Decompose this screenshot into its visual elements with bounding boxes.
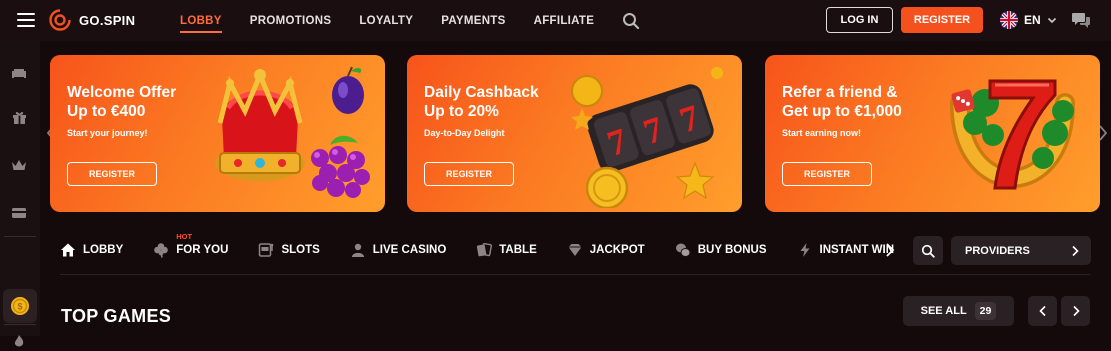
sofa-icon[interactable]	[9, 63, 29, 83]
providers-label: PROVIDERS	[965, 244, 1030, 257]
see-all-button[interactable]: SEE ALL 29	[903, 296, 1014, 326]
language-selector[interactable]: EN	[1000, 11, 1057, 29]
gift-icon[interactable]	[9, 107, 29, 127]
category-label: BUY BONUS	[697, 244, 767, 256]
home-icon	[61, 243, 75, 257]
register-button[interactable]: REGISTER	[901, 7, 983, 33]
section-title: TOP GAMES	[61, 306, 172, 326]
nav-affiliate[interactable]: AFFILIATE	[534, 15, 595, 27]
promo-banner-welcome[interactable]: Welcome Offer Up to €400 Start your jour…	[50, 55, 385, 212]
category-live-casino[interactable]: LIVE CASINO	[350, 242, 446, 258]
see-all-label: SEE ALL	[920, 305, 967, 317]
banner-subtitle: Day-to-Day Delight	[424, 128, 505, 138]
category-label: FOR YOU	[176, 244, 229, 256]
category-lobby[interactable]: LOBBY	[60, 242, 123, 258]
coin-rewards-button[interactable]: $	[3, 289, 37, 323]
banner-register-button[interactable]: REGISTER	[67, 162, 157, 186]
category-label: LIVE CASINO	[372, 244, 447, 256]
coins-icon	[675, 243, 691, 257]
search-icon[interactable]	[622, 12, 640, 30]
menu-icon[interactable]	[17, 13, 35, 27]
slot-reel-icon: 7 7 7	[571, 67, 723, 208]
chat-icon[interactable]	[1071, 11, 1091, 29]
category-slots[interactable]: SLOTS	[258, 242, 320, 258]
chevron-left-icon	[1038, 305, 1046, 317]
svg-text:$: $	[17, 302, 22, 312]
chevron-right-icon	[1072, 245, 1079, 256]
promo-banner-refer[interactable]: Refer a friend & Get up to €1,000 Start …	[765, 55, 1100, 212]
category-table[interactable]: TABLE	[476, 242, 537, 258]
dealer-icon	[351, 243, 364, 257]
section-prev-button[interactable]	[1028, 296, 1057, 326]
category-label: SLOTS	[281, 244, 320, 256]
category-divider	[60, 274, 1090, 275]
language-code: EN	[1024, 13, 1041, 27]
banner-register-button[interactable]: REGISTER	[424, 162, 514, 186]
chevron-right-icon	[1072, 305, 1080, 317]
cards-icon	[477, 242, 493, 257]
slot-machine-icon	[259, 243, 274, 257]
login-button[interactable]: LOG IN	[826, 7, 893, 33]
category-buy-bonus[interactable]: BUY BONUS	[675, 242, 767, 258]
promo-banner-cashback[interactable]: Daily Cashback Up to 20% Day-to-Day Deli…	[407, 55, 742, 212]
category-label: JACKPOT	[589, 244, 645, 256]
section-next-button[interactable]	[1061, 296, 1090, 326]
lightning-icon	[800, 243, 810, 257]
wallet-icon[interactable]	[9, 202, 29, 222]
chevron-down-icon	[1047, 17, 1056, 24]
main-nav: LOBBY PROMOTIONS LOYALTY PAYMENTS AFFILI…	[180, 0, 640, 41]
uk-flag-icon	[1000, 11, 1018, 29]
logo-icon	[49, 9, 71, 31]
fire-icon[interactable]	[9, 331, 29, 351]
banner-register-button[interactable]: REGISTER	[782, 162, 872, 186]
hot-badge: HOT	[176, 232, 193, 241]
providers-dropdown[interactable]: PROVIDERS	[951, 236, 1091, 265]
category-bar: LOBBY HOT FOR YOU SLOTS LIVE CASINO TABL…	[60, 232, 900, 264]
sidebar-divider	[4, 236, 36, 237]
crown-grapes-icon	[215, 66, 370, 198]
nav-promotions[interactable]: PROMOTIONS	[250, 15, 332, 27]
category-for-you[interactable]: HOT FOR YOU	[153, 232, 229, 258]
clover-icon	[154, 243, 169, 258]
top-bar: GO.SPIN LOBBY PROMOTIONS LOYALTY PAYMENT…	[0, 0, 1111, 41]
banner-subtitle: Start your journey!	[67, 128, 148, 138]
diamond-icon	[568, 244, 582, 256]
logo[interactable]: GO.SPIN	[49, 9, 135, 31]
game-search-button[interactable]	[913, 236, 943, 265]
category-label: TABLE	[499, 244, 537, 256]
nav-lobby[interactable]: LOBBY	[180, 15, 222, 33]
game-count-badge: 29	[974, 302, 997, 320]
logo-text: GO.SPIN	[79, 12, 136, 28]
sidebar: $	[0, 41, 40, 347]
category-next-icon[interactable]	[880, 240, 900, 260]
nav-payments[interactable]: PAYMENTS	[441, 15, 505, 27]
sidebar-divider	[4, 324, 36, 325]
banner-subtitle: Start earning now!	[782, 128, 862, 138]
category-jackpot[interactable]: JACKPOT	[567, 242, 645, 258]
search-icon	[921, 244, 935, 258]
coin-icon: $	[11, 297, 29, 315]
nav-loyalty[interactable]: LOYALTY	[359, 15, 413, 27]
category-label: LOBBY	[83, 244, 124, 256]
lucky-seven-icon	[950, 79, 1075, 190]
crown-icon[interactable]	[9, 155, 29, 175]
